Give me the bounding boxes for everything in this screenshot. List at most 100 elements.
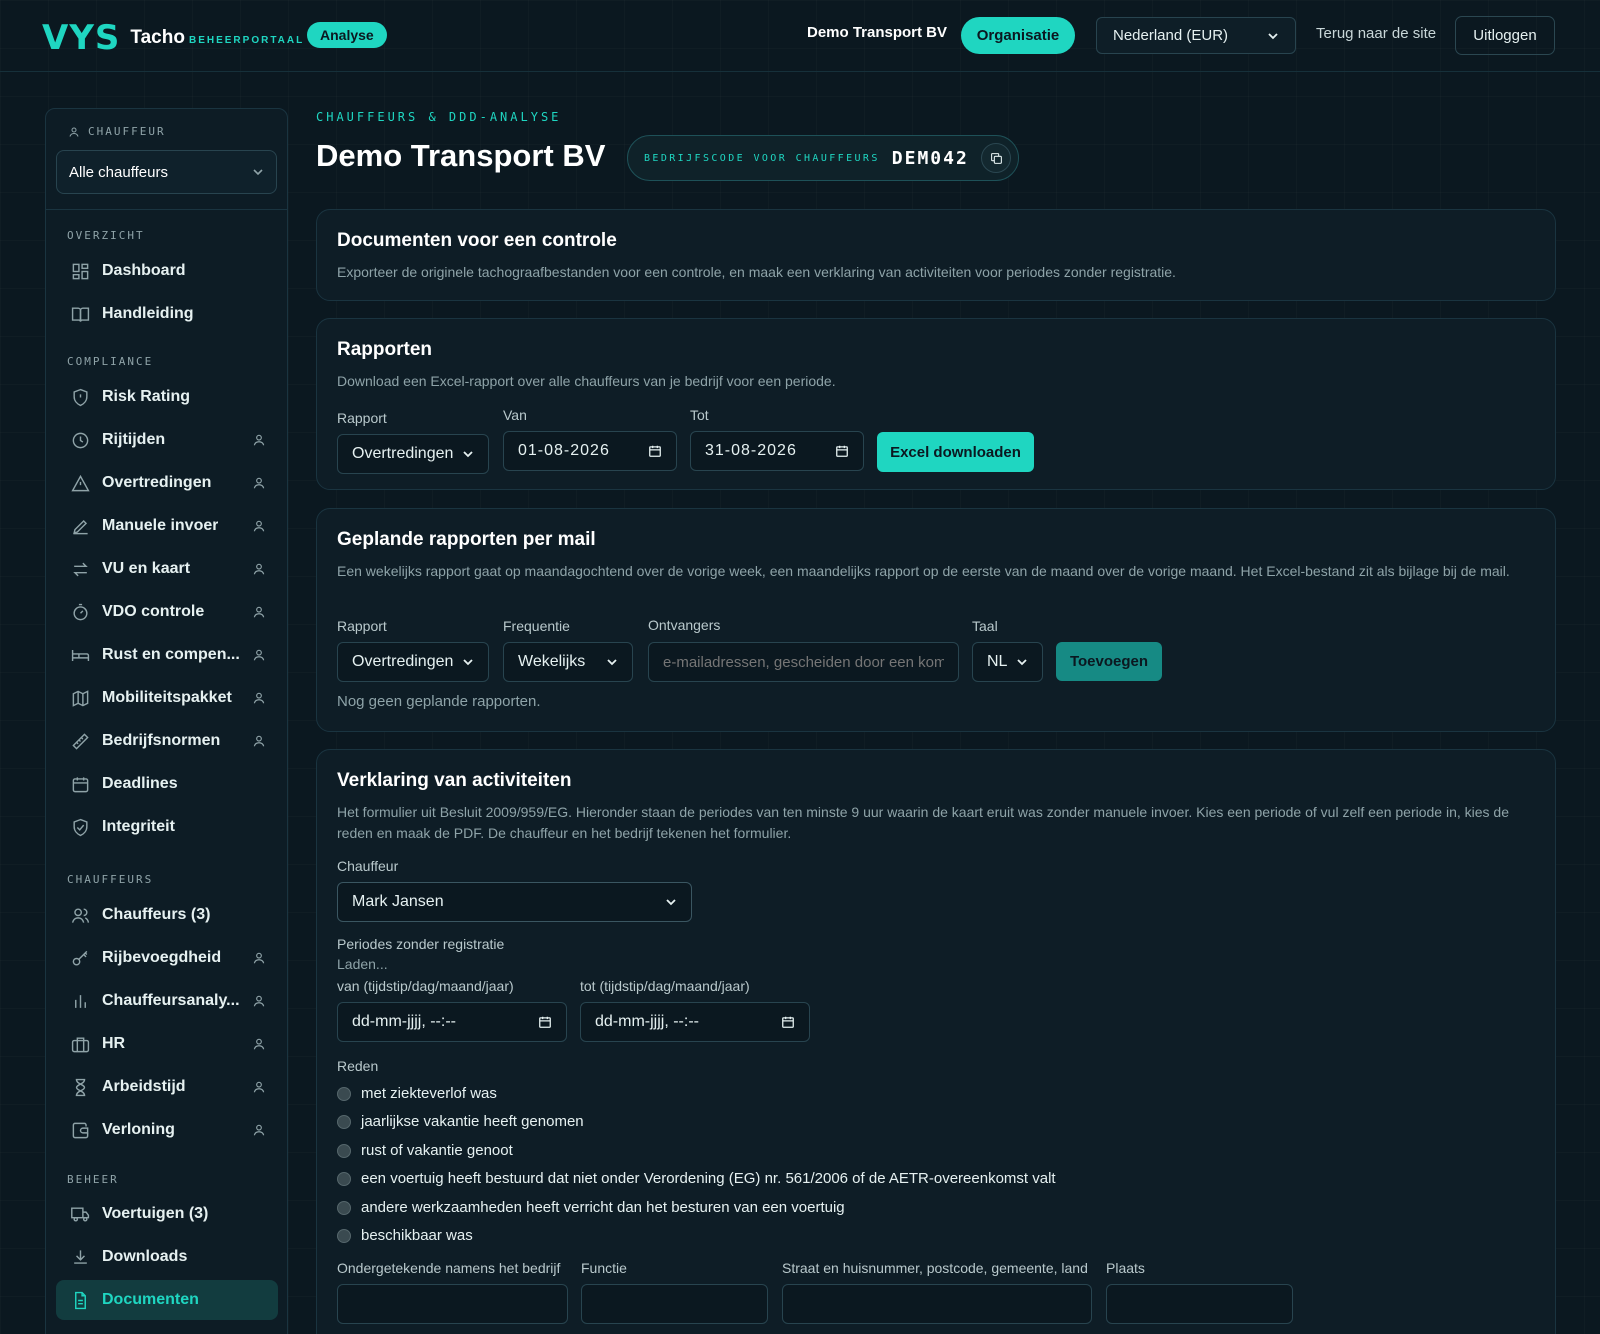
sidebar-item-label: Verloning xyxy=(102,1121,175,1138)
company-code-value: DEM042 xyxy=(891,147,969,169)
sidebar-item-driver-analysis[interactable]: Chauffeursanaly... xyxy=(56,981,278,1021)
reason-option[interactable]: beschikbaar was xyxy=(337,1227,473,1244)
recipients-field[interactable] xyxy=(648,642,959,682)
language-select[interactable]: NL xyxy=(972,642,1043,682)
reason-option[interactable]: met ziekteverlof was xyxy=(337,1085,497,1102)
reason-option[interactable]: jaarlijkse vakantie heeft genomen xyxy=(337,1113,584,1130)
logo[interactable]: VYS Tacho BEHEERPORTAAL xyxy=(42,18,304,58)
radio-button[interactable] xyxy=(337,1143,351,1158)
swap-arrows-icon xyxy=(70,559,90,579)
copy-icon xyxy=(990,152,1002,164)
sidebar-item-risk-rating[interactable]: Risk Rating xyxy=(56,377,278,417)
scheduled-report-select[interactable]: Overtredingen xyxy=(337,642,489,682)
signer-input[interactable] xyxy=(337,1284,568,1324)
radio-button[interactable] xyxy=(337,1228,351,1243)
sidebar-item-integrity[interactable]: Integriteit xyxy=(56,807,278,847)
person-icon xyxy=(253,520,265,532)
person-icon xyxy=(253,606,265,618)
radio-button[interactable] xyxy=(337,1171,351,1186)
radio-button[interactable] xyxy=(337,1200,351,1215)
book-icon xyxy=(70,304,90,324)
country-select[interactable]: Nederland (EUR) xyxy=(1096,17,1296,54)
reason-option[interactable]: een voertuig heeft bestuurd dat niet ond… xyxy=(337,1170,1056,1187)
radio-button[interactable] xyxy=(337,1086,351,1101)
sidebar-item-label: Rijtijden xyxy=(102,431,166,448)
sidebar: CHAUFFEUR Alle chauffeurs OVERZICHT Dash… xyxy=(45,108,288,1334)
sidebar-item-label: Rijbevoegdheid xyxy=(102,949,222,966)
declaration-driver-select[interactable]: Mark Jansen xyxy=(337,882,692,922)
person-icon xyxy=(253,563,265,575)
chevron-down-icon xyxy=(607,659,617,666)
address-label: Straat en huisnummer, postcode, gemeente… xyxy=(782,1260,1088,1276)
clock-icon xyxy=(70,430,90,450)
sidebar-item-downloads[interactable]: Downloads xyxy=(56,1237,278,1277)
sidebar-item-dashboard[interactable]: Dashboard xyxy=(56,251,278,291)
address-input[interactable] xyxy=(782,1284,1092,1324)
logout-button[interactable]: Uitloggen xyxy=(1455,16,1555,55)
copy-code-button[interactable] xyxy=(981,143,1011,173)
driver-select[interactable]: Alle chauffeurs xyxy=(56,150,277,194)
sidebar-item-hr[interactable]: HR xyxy=(56,1024,278,1064)
sidebar-item-drivers[interactable]: Chauffeurs (3) xyxy=(56,895,278,935)
period-from-input[interactable]: dd-mm-jjjj, --:-- xyxy=(337,1002,567,1042)
sidebar-item-deadlines[interactable]: Deadlines xyxy=(56,764,278,804)
sidebar-item-vdo-check[interactable]: VDO controle xyxy=(56,592,278,632)
place-input[interactable] xyxy=(1106,1284,1293,1324)
chevron-down-icon xyxy=(1268,32,1278,39)
add-schedule-button[interactable]: Toevoegen xyxy=(1056,642,1162,681)
signer-label: Ondergetekende namens het bedrijf xyxy=(337,1260,561,1276)
person-icon xyxy=(253,995,265,1007)
reason-option-label: rust of vakantie genoot xyxy=(361,1142,513,1159)
sidebar-item-mobility-package[interactable]: Mobiliteitspakket xyxy=(56,678,278,718)
frequency-select[interactable]: Wekelijks xyxy=(503,642,633,682)
excel-download-button[interactable]: Excel downloaden xyxy=(877,432,1034,472)
sidebar-item-rest[interactable]: Rust en compen... xyxy=(56,635,278,675)
scheduled-report-label: Rapport xyxy=(337,618,387,634)
reason-option[interactable]: andere werkzaamheden heeft verricht dan … xyxy=(337,1199,845,1216)
sidebar-item-working-time[interactable]: Arbeidstijd xyxy=(56,1067,278,1107)
function-label: Functie xyxy=(581,1260,627,1276)
sidebar-item-company-norms[interactable]: Bedrijfsnormen xyxy=(56,721,278,761)
reason-option-label: met ziekteverlof was xyxy=(361,1085,497,1102)
sidebar-item-manual[interactable]: Handleiding xyxy=(56,294,278,334)
sidebar-item-documents[interactable]: Documenten xyxy=(56,1280,278,1320)
declaration-driver-label: Chauffeur xyxy=(337,858,399,874)
organisation-button[interactable]: Organisatie xyxy=(961,17,1075,54)
users-icon xyxy=(70,905,90,925)
report-type-select[interactable]: Overtredingen xyxy=(337,434,489,474)
nav-section-drivers: CHAUFFEURS xyxy=(67,873,154,886)
person-icon xyxy=(253,649,265,661)
nav-section-overview: OVERZICHT xyxy=(67,229,145,242)
from-date-input[interactable]: 01-08-2026 xyxy=(503,431,677,471)
logo-mark: VYS xyxy=(42,18,121,58)
to-date-label: Tot xyxy=(690,407,709,423)
empty-schedules-note: Nog geen geplande rapporten. xyxy=(337,693,541,710)
back-to-site-link[interactable]: Terug naar de site xyxy=(1316,25,1436,42)
wallet-icon xyxy=(70,1120,90,1140)
sidebar-item-vu-card[interactable]: VU en kaart xyxy=(56,549,278,589)
calendar-icon xyxy=(836,445,848,457)
function-input[interactable] xyxy=(581,1284,768,1324)
scheduled-report-value: Overtredingen xyxy=(352,653,454,670)
to-date-input[interactable]: 31-08-2026 xyxy=(690,431,864,471)
bar-chart-icon xyxy=(70,991,90,1011)
period-to-input[interactable]: dd-mm-jjjj, --:-- xyxy=(580,1002,810,1042)
sidebar-item-payroll[interactable]: Verloning xyxy=(56,1110,278,1150)
sidebar-item-vehicles[interactable]: Voertuigen (3) xyxy=(56,1194,278,1234)
reason-option-label: andere werkzaamheden heeft verricht dan … xyxy=(361,1199,845,1216)
chevron-down-icon xyxy=(666,899,676,906)
card-title: Geplande rapporten per mail xyxy=(337,529,596,550)
reason-option[interactable]: rust of vakantie genoot xyxy=(337,1142,513,1159)
frequency-value: Wekelijks xyxy=(518,653,586,670)
sidebar-item-label: Downloads xyxy=(102,1248,188,1265)
sidebar-item-manual-entry[interactable]: Manuele invoer xyxy=(56,506,278,546)
map-icon xyxy=(70,688,90,708)
sidebar-item-violations[interactable]: Overtredingen xyxy=(56,463,278,503)
recipients-input[interactable] xyxy=(663,653,944,671)
calendar-icon xyxy=(782,1016,794,1028)
analyse-badge[interactable]: Analyse xyxy=(307,22,387,48)
user-icon xyxy=(69,127,79,137)
sidebar-item-license[interactable]: Rijbevoegdheid xyxy=(56,938,278,978)
radio-button[interactable] xyxy=(337,1114,351,1129)
sidebar-item-driving-times[interactable]: Rijtijden xyxy=(56,420,278,460)
